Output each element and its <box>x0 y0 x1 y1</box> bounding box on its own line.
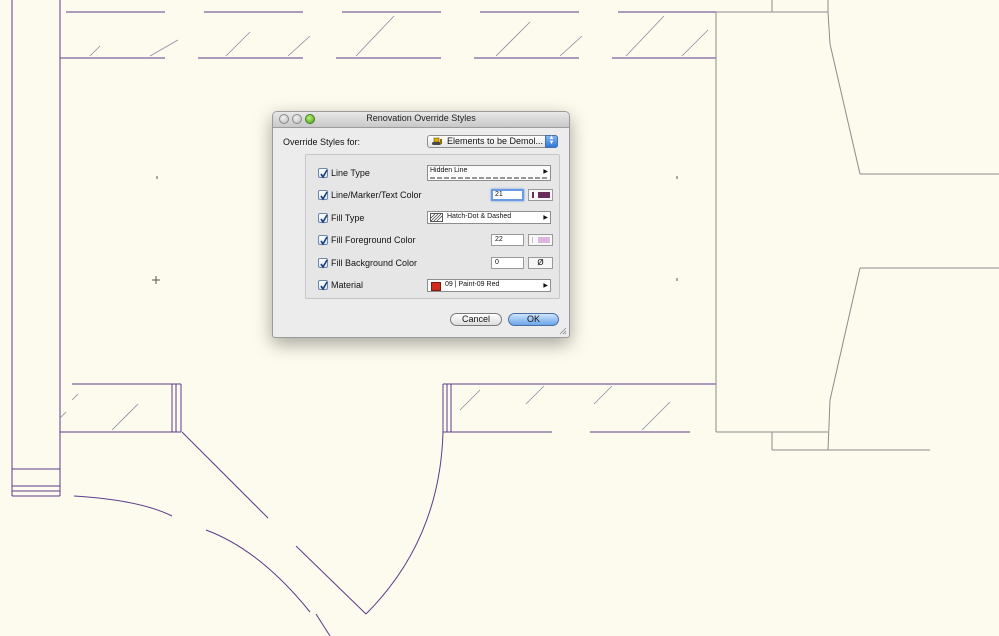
checkmark-icon <box>320 191 328 201</box>
cancel-button[interactable]: Cancel <box>450 313 502 326</box>
plan-wall-gray <box>827 399 831 451</box>
door-swing-arc <box>205 529 311 613</box>
line-color-checkbox[interactable] <box>318 190 328 201</box>
line-color-swatch[interactable] <box>528 189 553 201</box>
row-fill-type: Fill Type Hatch-Dot & Dashed ▶ <box>306 209 559 229</box>
line-color-label: Line/Marker/Text Color <box>331 190 422 200</box>
ok-button[interactable]: OK <box>508 313 559 326</box>
fill-type-checkbox[interactable] <box>318 213 328 224</box>
door-leaf <box>315 613 331 636</box>
hatch-mark <box>149 39 179 57</box>
chevron-right-icon: ▶ <box>543 215 548 221</box>
override-styles-for-label: Override Styles for: <box>283 137 361 147</box>
renovation-override-styles-dialog: Renovation Override Styles Override Styl… <box>272 111 570 338</box>
swatch-color-fill <box>538 237 550 243</box>
hatch-mark <box>525 385 545 405</box>
row-fill-foreground-color: Fill Foreground Color 22 <box>306 231 559 251</box>
hatch-mark <box>89 45 101 57</box>
checkmark-icon <box>320 281 328 291</box>
override-styles-for-popup[interactable]: Elements to be Demol... ▲ ▼ <box>427 135 558 148</box>
plan-wall-gray <box>827 11 831 45</box>
fill-foreground-swatch[interactable] <box>528 234 553 246</box>
hatch-mark <box>71 393 79 401</box>
material-value: 09 | Paint-09 Red <box>445 281 500 288</box>
row-line-type: Line Type Hidden Line ▶ <box>306 164 559 184</box>
door-leaf <box>295 545 367 615</box>
line-type-label: Line Type <box>331 168 370 178</box>
dialog-title: Renovation Override Styles <box>366 113 476 123</box>
hatch-mark <box>593 385 613 405</box>
material-color-swatch <box>431 282 441 291</box>
hatch-mark <box>681 29 709 57</box>
hatch-mark <box>111 403 139 431</box>
fill-background-number-input[interactable]: 0 <box>491 257 524 269</box>
chevron-right-icon: ▶ <box>543 283 548 289</box>
hatch-mark <box>225 31 251 57</box>
door-swing-arc <box>73 495 173 517</box>
checkmark-icon <box>320 169 328 179</box>
fill-background-label: Fill Background Color <box>331 258 418 268</box>
checkmark-icon <box>320 259 328 269</box>
swatch-pen-mark <box>532 192 534 198</box>
hatch-mark <box>355 15 395 57</box>
override-styles-for-value: Elements to be Demol... <box>447 136 544 146</box>
override-options-group: Line Type Hidden Line ▶ Line/Marker/Text… <box>305 154 560 299</box>
fill-background-checkbox[interactable] <box>318 258 328 269</box>
fill-background-swatch[interactable]: Ø <box>528 257 553 269</box>
row-material: Material 09 | Paint-09 Red ▶ <box>306 276 559 296</box>
fill-type-popup[interactable]: Hatch-Dot & Dashed ▶ <box>427 211 551 224</box>
line-color-number-input[interactable]: 21 <box>491 189 524 201</box>
hatch-mark <box>287 35 311 57</box>
hatch-mark <box>495 21 531 57</box>
bulldozer-icon <box>432 137 442 145</box>
hatch-mark <box>559 35 583 57</box>
material-checkbox[interactable] <box>318 280 328 291</box>
swatch-pen-mark <box>532 237 533 243</box>
hatch-mark <box>625 15 665 57</box>
hatch-pattern-icon <box>430 213 443 222</box>
swatch-color-fill <box>538 192 550 198</box>
hatch-mark <box>641 401 671 431</box>
fill-foreground-checkbox[interactable] <box>318 235 328 246</box>
fill-foreground-number-input[interactable]: 22 <box>491 234 524 246</box>
line-type-value: Hidden Line <box>430 167 468 174</box>
line-type-popup[interactable]: Hidden Line ▶ <box>427 165 551 181</box>
material-label: Material <box>331 280 364 290</box>
row-fill-background-color: Fill Background Color 0 Ø <box>306 254 559 274</box>
chevron-right-icon: ▶ <box>543 169 548 175</box>
hatch-mark <box>59 411 67 419</box>
checkmark-icon <box>320 236 328 246</box>
door-leaf <box>181 431 269 519</box>
popup-stepper-icon: ▲ ▼ <box>545 135 558 148</box>
dashed-line-preview <box>430 177 548 179</box>
door-swing-arc <box>365 431 444 615</box>
material-popup[interactable]: 09 | Paint-09 Red ▶ <box>427 279 551 292</box>
dialog-titlebar[interactable]: Renovation Override Styles <box>273 112 569 128</box>
line-type-checkbox[interactable] <box>318 168 328 179</box>
no-fill-icon: Ø <box>537 258 544 267</box>
fill-type-label: Fill Type <box>331 213 365 223</box>
plan-wall-gray <box>829 43 861 175</box>
plan-wall-gray <box>829 267 861 401</box>
resize-grip-icon[interactable] <box>559 327 567 335</box>
row-line-marker-text-color: Line/Marker/Text Color 21 <box>306 186 559 206</box>
hatch-mark <box>459 389 481 411</box>
fill-type-value: Hatch-Dot & Dashed <box>447 213 512 220</box>
checkmark-icon <box>320 214 328 224</box>
fill-foreground-label: Fill Foreground Color <box>331 235 416 245</box>
